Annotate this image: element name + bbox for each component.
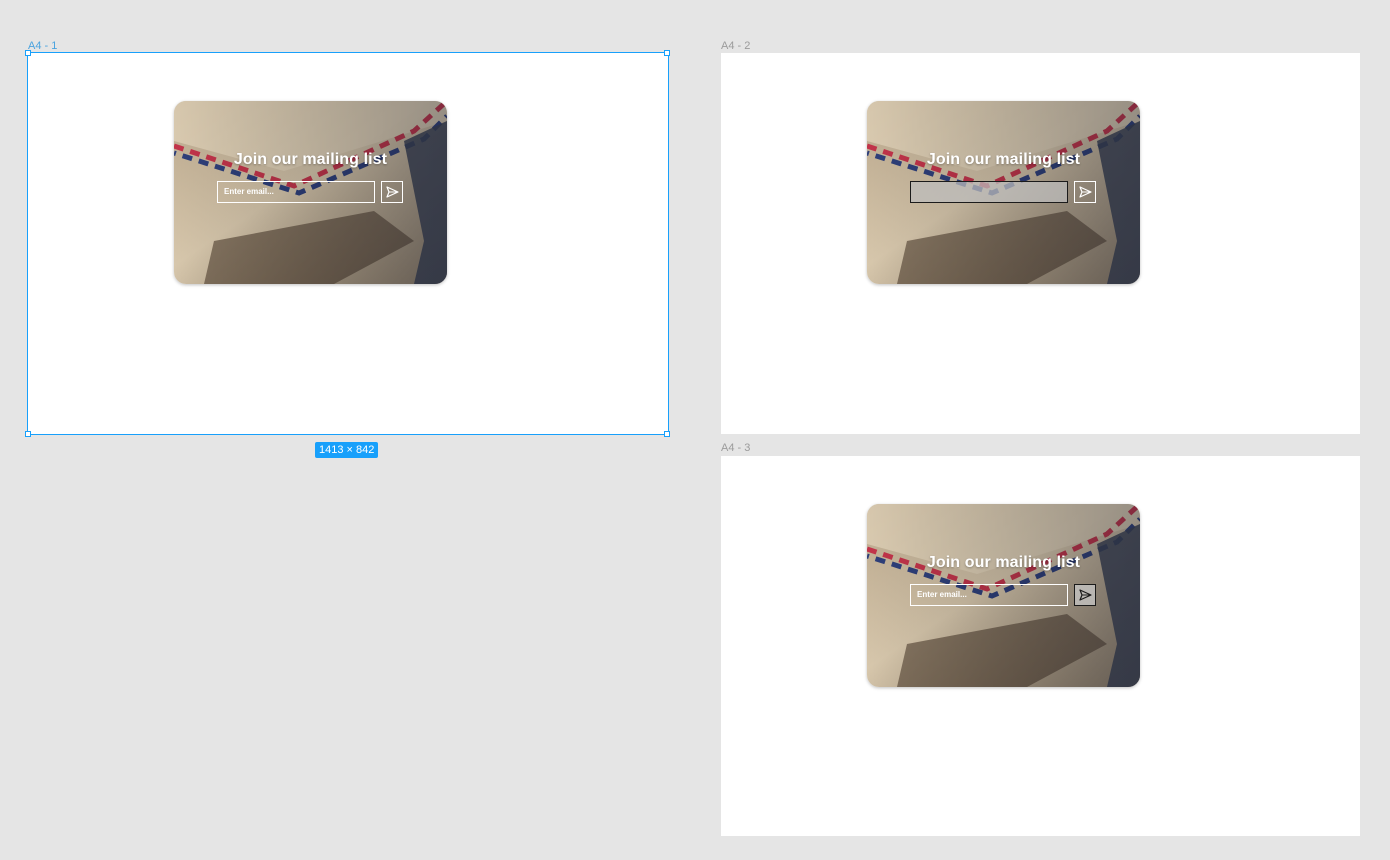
frame-a4-2[interactable]: Join our mailing list — [721, 53, 1360, 434]
card-title: Join our mailing list — [233, 151, 388, 168]
resize-handle-bottom-left[interactable] — [25, 431, 31, 437]
send-icon — [1078, 186, 1092, 198]
resize-handle-bottom-right[interactable] — [664, 431, 670, 437]
resize-handle-top-right[interactable] — [664, 50, 670, 56]
send-icon — [385, 186, 399, 198]
resize-handle-top-left[interactable] — [25, 50, 31, 56]
mailing-list-card: Join our mailing list — [867, 101, 1140, 284]
frame-a4-1[interactable]: Join our mailing list Enter email... — [27, 52, 669, 435]
send-button-pressed[interactable] — [1074, 584, 1096, 606]
send-icon — [1078, 589, 1092, 601]
frame-a4-3[interactable]: Join our mailing list Enter email... — [721, 456, 1360, 836]
email-input[interactable]: Enter email... — [910, 584, 1068, 606]
mailing-list-card: Join our mailing list Enter email... — [174, 101, 447, 284]
frame-label-a4-1[interactable]: A4 - 1 — [28, 40, 57, 52]
card-title: Join our mailing list — [926, 554, 1081, 571]
mailing-list-card: Join our mailing list Enter email... — [867, 504, 1140, 687]
send-button[interactable] — [381, 181, 403, 203]
send-button[interactable] — [1074, 181, 1096, 203]
card-title: Join our mailing list — [926, 151, 1081, 168]
design-canvas[interactable]: A4 - 1 Join our mailing list Enter email… — [0, 0, 1390, 860]
email-input-focused[interactable] — [910, 181, 1068, 203]
selection-size-badge: 1413 × 842 — [315, 442, 379, 458]
frame-label-a4-2[interactable]: A4 - 2 — [721, 40, 750, 52]
frame-label-a4-3[interactable]: A4 - 3 — [721, 442, 750, 454]
email-input[interactable]: Enter email... — [217, 181, 375, 203]
